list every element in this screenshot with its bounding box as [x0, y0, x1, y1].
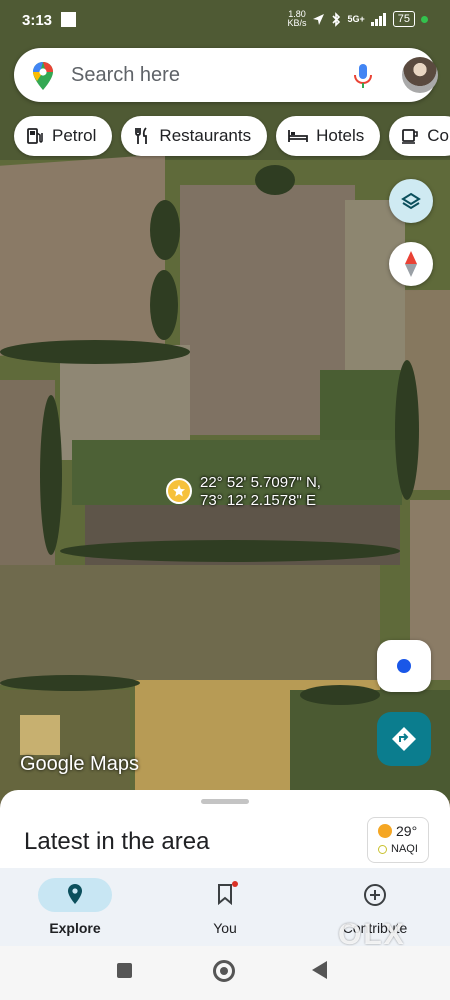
chip-label: Petrol [52, 126, 97, 145]
temperature-value: 29° [396, 823, 418, 839]
explore-pin-icon [68, 884, 82, 904]
location-arrow-icon [313, 13, 325, 25]
chip-restaurants[interactable]: Restaurants [121, 116, 268, 156]
google-maps-logo: Google Maps [20, 753, 139, 775]
directions-button[interactable] [377, 712, 431, 766]
chip-hotels[interactable]: Hotels [276, 116, 381, 156]
aqi-ring-icon [378, 844, 387, 854]
weather-widget[interactable]: 29° NAQI [367, 817, 429, 863]
net-speed: 1.80 KB/s [287, 10, 306, 28]
coffee-cup-icon [402, 129, 419, 144]
notification-icon [61, 12, 76, 27]
net-speed-unit: KB/s [287, 18, 307, 28]
chip-label: Co [427, 126, 450, 145]
notification-dot [232, 881, 238, 887]
layers-button[interactable] [389, 179, 433, 223]
fuel-icon [27, 128, 43, 144]
bookmark-icon [218, 884, 232, 905]
category-chips: Petrol Restaurants Hotels Co [14, 116, 450, 156]
status-bar: 3:13 1.80 KB/s 5G+ 75 [0, 0, 450, 42]
compass-icon [405, 251, 417, 277]
signal-label: 5G+ [347, 14, 365, 24]
aqi-label: NAQI [391, 843, 418, 855]
star-marker-icon[interactable] [166, 478, 192, 504]
my-location-icon [397, 659, 411, 673]
my-location-button[interactable] [377, 640, 431, 692]
directions-icon [392, 727, 416, 751]
coord-latitude: 22° 52' 5.7097" N, [200, 474, 321, 491]
back-button[interactable] [312, 961, 327, 979]
chip-label: Restaurants [159, 126, 252, 145]
status-time: 3:13 [22, 12, 53, 29]
fork-knife-icon [135, 127, 148, 144]
sheet-title: Latest in the area [24, 828, 210, 855]
sheet-drag-handle[interactable] [201, 799, 249, 804]
bluetooth-icon [332, 11, 341, 27]
signal-bars-icon [370, 12, 386, 26]
compass-button[interactable] [389, 242, 433, 286]
tab-label: You [213, 920, 237, 936]
chip-coffee[interactable]: Co [389, 116, 450, 156]
search-bar[interactable]: Search here [14, 48, 438, 102]
bed-icon [288, 130, 308, 142]
search-input[interactable]: Search here [71, 64, 180, 87]
chip-label: Hotels [316, 126, 365, 145]
plus-circle-icon [364, 884, 386, 906]
home-button[interactable] [213, 960, 235, 982]
sun-icon [378, 824, 392, 838]
tab-label: Explore [49, 920, 101, 936]
recents-button[interactable] [117, 963, 132, 978]
privacy-dot-icon [421, 15, 428, 23]
temperature: 29° [378, 823, 417, 839]
bottom-sheet[interactable]: Latest in the area 29° NAQI [0, 790, 450, 870]
coord-longitude: 73° 12' 2.1578" E [200, 492, 316, 509]
tab-you[interactable]: You [150, 868, 300, 946]
chip-petrol[interactable]: Petrol [14, 116, 113, 156]
avatar[interactable] [402, 57, 438, 93]
aqi-indicator: NAQI [378, 843, 418, 855]
google-maps-pin-icon [32, 61, 54, 96]
coordinates-label: 22° 52' 5.7097" N, 73° 12' 2.1578" E [200, 474, 321, 510]
layers-icon [401, 192, 421, 210]
tab-explore[interactable]: Explore [0, 868, 150, 946]
battery-indicator: 75 [392, 11, 415, 27]
mic-icon[interactable] [352, 62, 374, 95]
system-nav-bar [0, 946, 450, 1000]
